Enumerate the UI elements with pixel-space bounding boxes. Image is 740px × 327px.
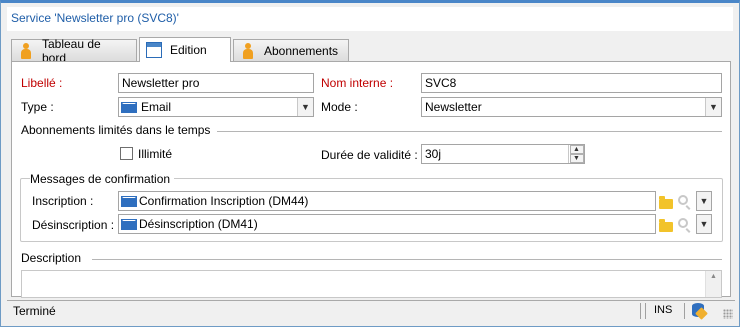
type-value: Email (141, 100, 172, 114)
mail-icon (121, 195, 137, 207)
mode-value: Newsletter (425, 100, 482, 114)
messages-section-title: Messages de confirmation (30, 172, 175, 186)
duree-input[interactable]: 30j ▲ ▼ (421, 144, 585, 164)
desinscription-link-field[interactable]: Désinscription (DM41) (118, 214, 656, 234)
type-label: Type : (21, 100, 54, 114)
illimite-label: Illimité (138, 147, 173, 161)
chevron-down-icon: ▼ (699, 196, 709, 206)
status-bar: Terminé INS (7, 300, 735, 320)
scroll-up-icon[interactable]: ▲ (706, 271, 721, 283)
folder-icon[interactable] (659, 196, 673, 209)
description-section-title: Description (21, 251, 86, 265)
service-window: Service 'Newsletter pro (SVC8)' Tableau … (0, 0, 740, 327)
mail-icon (121, 101, 137, 113)
chevron-down-icon: ▼ (699, 219, 709, 229)
section-divider (217, 131, 722, 132)
window-title: Service 'Newsletter pro (SVC8)' (7, 7, 733, 31)
mail-icon (121, 218, 137, 230)
tab-label: Abonnements (264, 43, 339, 58)
description-scrollbar[interactable]: ▲ (705, 271, 721, 297)
tab-edition[interactable]: Edition (139, 37, 231, 62)
inscription-label: Inscription : (32, 194, 94, 208)
desinscription-dropdown[interactable]: ▼ (696, 214, 712, 234)
chevron-down-icon[interactable]: ▼ (705, 98, 721, 116)
chevron-down-icon[interactable]: ▼ (297, 98, 313, 116)
duree-value: 30j (425, 147, 442, 161)
mode-label: Mode : (321, 100, 358, 114)
person-icon (18, 42, 34, 59)
inscription-dropdown[interactable]: ▼ (696, 191, 712, 211)
edition-panel: Libellé : Newsletter pro Nom interne : S… (11, 61, 731, 298)
resize-grip-icon[interactable] (723, 309, 733, 319)
mode-select[interactable]: Newsletter ▼ (421, 97, 722, 117)
nom-interne-label: Nom interne : (321, 76, 394, 90)
tab-abonnements[interactable]: Abonnements (233, 39, 349, 61)
search-icon[interactable] (678, 195, 688, 205)
tab-strip: Tableau de bord Edition Abonnements (11, 37, 731, 65)
status-divider (640, 303, 641, 319)
illimite-checkbox[interactable] (120, 147, 133, 160)
status-text: Terminé (13, 304, 56, 318)
person-icon (240, 42, 256, 59)
status-divider (645, 303, 646, 319)
spin-down-icon[interactable]: ▼ (569, 154, 584, 163)
libelle-label: Libellé : (21, 76, 63, 90)
insert-mode-indicator: INS (654, 304, 673, 316)
abonnements-section-title: Abonnements limités dans le temps (21, 123, 215, 137)
folder-icon[interactable] (659, 219, 673, 232)
tab-tableau-de-bord[interactable]: Tableau de bord (11, 37, 137, 65)
nom-interne-input[interactable]: SVC8 (421, 73, 722, 93)
description-textarea[interactable]: ▲ (21, 270, 722, 298)
tab-label: Edition (170, 43, 207, 57)
duree-label: Durée de validité : (321, 148, 418, 162)
edit-form-icon (146, 42, 162, 58)
inscription-link-field[interactable]: Confirmation Inscription (DM44) (118, 191, 656, 211)
type-select[interactable]: Email ▼ (118, 97, 314, 117)
section-divider (92, 259, 722, 260)
status-divider (684, 303, 685, 319)
inscription-value: Confirmation Inscription (DM44) (139, 194, 309, 208)
search-icon[interactable] (678, 218, 688, 228)
libelle-input[interactable]: Newsletter pro (118, 73, 314, 93)
desinscription-value: Désinscription (DM41) (139, 217, 258, 231)
duree-spinner[interactable]: ▲ ▼ (568, 145, 584, 163)
desinscription-label: Désinscription : (32, 218, 115, 232)
database-edit-icon (692, 303, 704, 317)
spin-up-icon[interactable]: ▲ (569, 145, 584, 154)
